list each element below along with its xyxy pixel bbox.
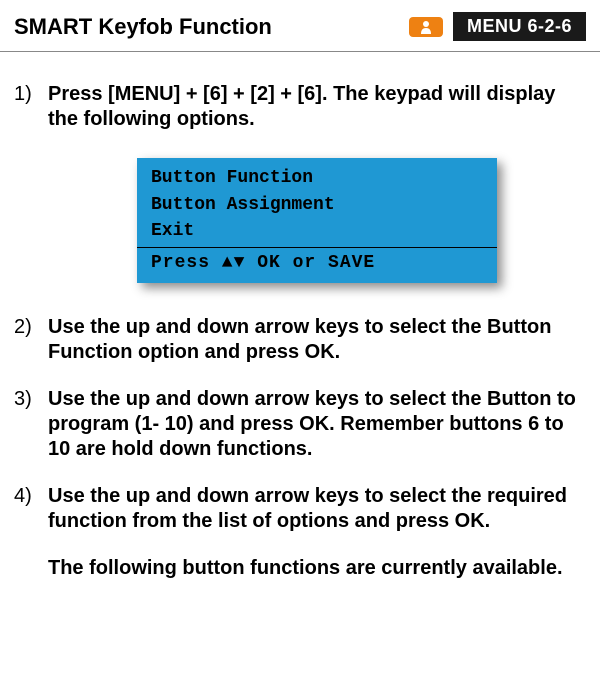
keypad-screen-wrap: Button Function Button Assignment Exit P… (48, 158, 586, 283)
screen-line-3: Exit (137, 218, 497, 245)
trailing-paragraph: The following button functions are curre… (48, 556, 586, 581)
screen-line-1: Button Function (137, 165, 497, 192)
step-3: Use the up and down arrow keys to select… (14, 387, 586, 462)
step-text: Use the up and down arrow keys to select… (48, 484, 586, 534)
menu-code-label: MENU 6-2-6 (453, 12, 586, 41)
step-1: Press [MENU] + [6] + [2] + [6]. The keyp… (14, 82, 586, 293)
screen-divider (137, 247, 497, 248)
screen-prompt: Press ▲▼ OK or SAVE (137, 250, 497, 277)
screen-line-2: Button Assignment (137, 192, 497, 219)
step-text: Use the up and down arrow keys to select… (48, 387, 586, 462)
step-2: Use the up and down arrow keys to select… (14, 315, 586, 365)
page-header: SMART Keyfob Function MENU 6-2-6 (0, 0, 600, 52)
steps-list: Press [MENU] + [6] + [2] + [6]. The keyp… (14, 82, 586, 534)
installer-icon (409, 17, 443, 37)
page-title: SMART Keyfob Function (14, 14, 409, 40)
keypad-screen: Button Function Button Assignment Exit P… (137, 158, 497, 283)
step-4: Use the up and down arrow keys to select… (14, 484, 586, 534)
step-text: Use the up and down arrow keys to select… (48, 315, 586, 365)
content-area: Press [MENU] + [6] + [2] + [6]. The keyp… (0, 52, 600, 581)
person-icon (420, 20, 432, 34)
step-text: Press [MENU] + [6] + [2] + [6]. The keyp… (48, 83, 555, 130)
